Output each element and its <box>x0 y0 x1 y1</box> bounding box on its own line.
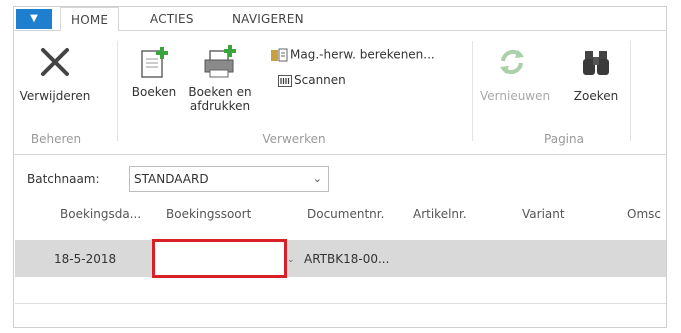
column-header-variant[interactable]: Variant <box>522 207 565 221</box>
ribbon: Verwijderen Beheren Boeken Boeken en afd… <box>14 31 666 155</box>
column-header-posting-date[interactable]: Boekingsda... <box>60 207 141 221</box>
delete-label: Verwijderen <box>19 89 91 103</box>
batch-name-value: STANDAARD <box>134 172 209 186</box>
post-label: Boeken <box>131 85 177 99</box>
scan-label: Scannen <box>294 73 346 87</box>
group-label-verwerken: Verwerken <box>262 132 326 146</box>
post-button[interactable]: Boeken <box>128 43 180 99</box>
tab-acties[interactable]: ACTIES <box>150 7 194 31</box>
scan-icon <box>278 74 292 87</box>
row-divider <box>15 303 666 304</box>
group-label-beheren: Beheren <box>30 132 82 146</box>
find-button[interactable]: Zoeken <box>568 45 624 103</box>
refresh-button[interactable]: Vernieuwen <box>480 45 551 103</box>
find-label: Zoeken <box>573 89 619 103</box>
post-and-print-label-1: Boeken en <box>188 85 252 99</box>
post-and-print-button[interactable]: Boeken en afdrukken <box>184 43 256 113</box>
entry-type-input[interactable] <box>152 239 287 278</box>
batch-name-label: Batchnaam: <box>27 172 100 186</box>
batch-name-dropdown[interactable]: STANDAARD ⌄ <box>129 166 329 192</box>
cell-document-no[interactable]: ARTBK18-00... <box>304 252 389 266</box>
delete-x-icon <box>41 48 69 76</box>
cell-posting-date[interactable]: 18-5-2018 <box>54 252 116 266</box>
delete-button[interactable]: Verwijderen <box>16 45 94 103</box>
journal-window: ▼ HOME ACTIES NAVIGEREN Verwijderen Behe… <box>13 6 667 328</box>
group-label-pagina: Pagina <box>544 132 584 146</box>
calc-inventory-label: Mag.-herw. berekenen... <box>290 47 435 62</box>
post-print-icon <box>204 45 236 78</box>
post-and-print-label-2: afdrukken <box>189 99 251 113</box>
chevron-down-icon: ⌄ <box>312 172 322 185</box>
group-separator <box>472 41 473 141</box>
refresh-label: Vernieuwen <box>480 89 551 103</box>
calc-inventory-icon <box>271 48 288 62</box>
tab-home[interactable]: HOME <box>60 7 120 32</box>
scan-button[interactable]: Scannen <box>278 73 346 88</box>
column-header-entry-type[interactable]: Boekingssoort <box>166 207 251 221</box>
tab-navigeren[interactable]: NAVIGEREN <box>232 7 304 31</box>
group-separator <box>630 41 631 141</box>
group-separator <box>117 41 118 141</box>
refresh-icon <box>500 49 524 75</box>
calc-inventory-button[interactable]: Mag.-herw. berekenen... <box>270 47 435 63</box>
post-icon <box>141 47 168 78</box>
ribbon-tabbar: ▼ HOME ACTIES NAVIGEREN <box>14 7 666 32</box>
app-menu-button[interactable]: ▼ <box>16 9 52 29</box>
binoculars-icon <box>583 51 609 75</box>
column-header-document-no[interactable]: Documentnr. <box>307 207 384 221</box>
column-header-description[interactable]: Omsc <box>627 207 661 221</box>
chevron-down-icon[interactable]: ⌄ <box>287 255 295 265</box>
column-header-item-no[interactable]: Artikelnr. <box>413 207 467 221</box>
